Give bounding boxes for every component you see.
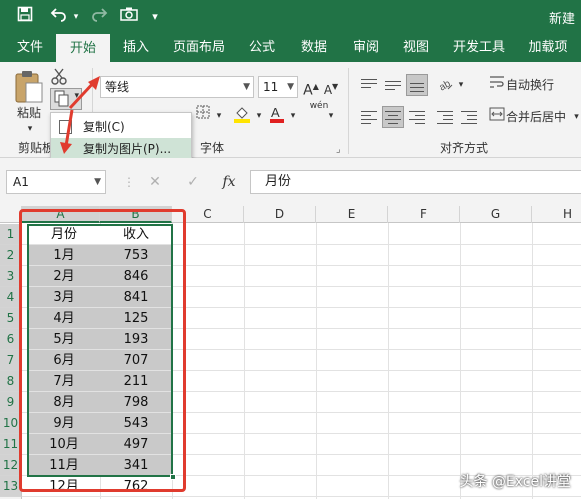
enter-icon[interactable]: ✓ xyxy=(182,170,204,194)
column-header-h[interactable]: H xyxy=(532,206,581,223)
column-header-f[interactable]: F xyxy=(388,206,460,223)
column-header-e[interactable]: E xyxy=(316,206,388,223)
grid-line xyxy=(22,496,581,497)
formula-input[interactable]: 月份 xyxy=(250,170,581,194)
spreadsheet-grid[interactable]: A B C D E F G H 1 月份 收入 2 1月 753 3 2月 846 4 3月 841 5… xyxy=(0,206,581,499)
more-icon: ⋮ xyxy=(123,175,135,189)
name-box-value: A1 xyxy=(13,175,29,189)
highlight-box xyxy=(19,209,186,492)
column-header-d[interactable]: D xyxy=(244,206,316,223)
cancel-icon[interactable]: ✕ xyxy=(144,170,166,194)
name-box[interactable]: A1 ▼ xyxy=(6,170,106,194)
watermark: 头条 @Excel讲堂 xyxy=(459,474,571,490)
chevron-down-icon: ▼ xyxy=(94,177,101,187)
column-header-g[interactable]: G xyxy=(460,206,532,223)
insert-function-icon[interactable]: fx xyxy=(218,170,240,194)
formula-bar: A1 ▼ ⋮ ✕ ✓ fx 月份 xyxy=(0,158,581,206)
